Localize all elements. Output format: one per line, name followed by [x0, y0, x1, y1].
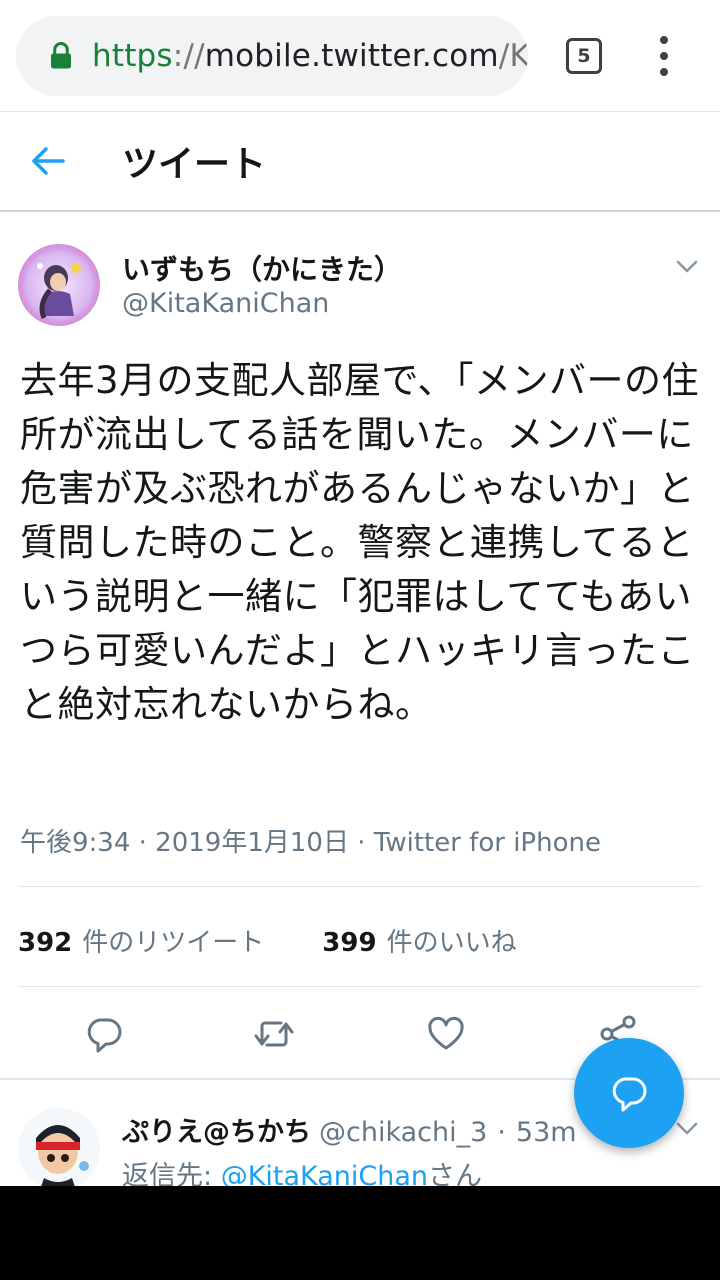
tweet-author: いずもち（かにきた） @KitaKaniChan — [0, 240, 720, 330]
heart-icon — [428, 1016, 464, 1050]
address-bar[interactable]: https://mobile.twitter.com/Kit — [16, 16, 528, 96]
author-handle[interactable]: @KitaKaniChan — [122, 288, 329, 319]
like-button[interactable] — [424, 1012, 468, 1056]
like-count: 399 — [322, 927, 377, 958]
reply-separator: · — [497, 1117, 506, 1148]
reply-suffix: さん — [428, 1161, 483, 1186]
retweet-count: 392 — [18, 927, 73, 958]
lock-icon — [51, 42, 71, 69]
reply-prefix: 返信先: — [122, 1161, 221, 1186]
author-display-name[interactable]: いずもち（かにきた） — [122, 248, 402, 288]
retweet-button[interactable] — [252, 1012, 296, 1056]
menu-dot-icon — [660, 52, 668, 60]
tweet-stats: 392 件のリツイート 399 件のいいね — [18, 918, 517, 962]
reply-mention-link[interactable]: @KitaKaniChan — [221, 1161, 428, 1186]
reply-author-name[interactable]: ぷりえ@ちかち — [122, 1117, 311, 1148]
compose-reply-button[interactable] — [574, 1038, 684, 1148]
url-host: mobile.twitter.com — [204, 38, 499, 74]
reply-author-handle[interactable]: @chikachi_3 — [319, 1117, 487, 1148]
divider — [18, 886, 702, 887]
tweet-text: 去年3月の支配人部屋で、「メンバーの住所が流出してる話を聞いた。メンバーに危害が… — [20, 359, 700, 726]
reply-avatar[interactable] — [18, 1108, 100, 1186]
browser-menu-button[interactable] — [650, 36, 678, 76]
retweet-label: 件のリツイート — [82, 927, 265, 958]
reply-context: 返信先: @KitaKaniChanさん — [122, 1154, 482, 1186]
author-avatar[interactable] — [18, 244, 100, 326]
url-scheme: https — [92, 38, 173, 74]
tab-switcher-button[interactable]: 5 — [566, 38, 602, 74]
url-separator: :// — [172, 38, 205, 74]
avatar-image — [18, 244, 100, 326]
reply-avatar-image — [18, 1108, 100, 1186]
retweet-icon — [254, 1021, 294, 1047]
reply-icon — [87, 1018, 122, 1053]
url-text: https://mobile.twitter.com/Kit — [92, 38, 528, 74]
url-path: /Kit — [498, 38, 528, 74]
page-title: ツイート — [122, 144, 267, 185]
tweet-options-button[interactable] — [672, 252, 702, 282]
back-button[interactable] — [28, 141, 68, 181]
menu-dot-icon — [660, 68, 668, 76]
reply-button[interactable] — [82, 1012, 126, 1056]
menu-dot-icon — [660, 36, 668, 44]
browser-toolbar: https://mobile.twitter.com/Kit 5 — [0, 0, 720, 112]
reply-time[interactable]: 53m — [516, 1117, 577, 1148]
chevron-down-icon — [676, 260, 698, 273]
reply-header: ぷりえ@ちかち @chikachi_3 · 53m — [122, 1110, 577, 1149]
chevron-down-icon — [676, 1122, 698, 1135]
retweet-stat[interactable]: 392 件のリツイート — [18, 922, 264, 959]
like-stat[interactable]: 399 件のいいね — [322, 922, 516, 959]
like-label: 件のいいね — [386, 927, 517, 958]
divider — [18, 986, 702, 987]
system-navigation-bar — [0, 1186, 720, 1280]
page-header: ツイート — [0, 112, 720, 212]
tweet-timestamp[interactable]: 午後9:34 · 2019年1月10日 · Twitter for iPhone — [20, 822, 601, 859]
compose-reply-icon — [612, 1077, 647, 1112]
back-arrow-icon — [32, 147, 65, 175]
